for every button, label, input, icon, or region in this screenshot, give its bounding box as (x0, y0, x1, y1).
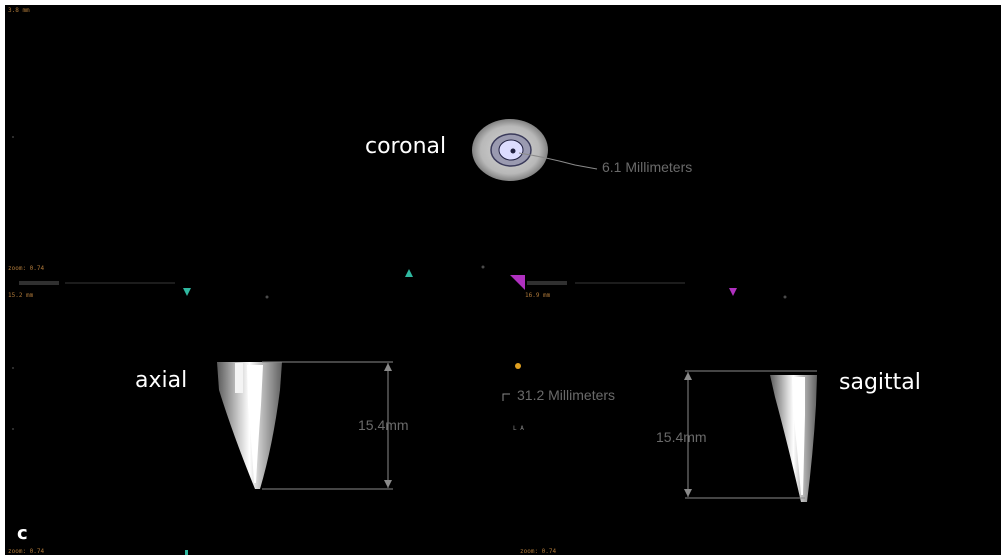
cbct-scan-graphics (12, 119, 817, 555)
sagittal-length-measurement: 15.4mm (656, 429, 707, 445)
top-left-scale: 3.8 mm (8, 7, 30, 14)
axial-label: axial (135, 368, 188, 393)
axial-length-measurement: 15.4mm (358, 417, 409, 433)
slice-left: 15.2 mm (8, 292, 34, 299)
coronal-label: coronal (365, 134, 447, 159)
panel-letter: c (17, 523, 28, 544)
sagittal-label: sagittal (839, 370, 921, 395)
zoom-left: zoom: 0.74 (8, 265, 45, 272)
viewer-markers (12, 136, 787, 555)
bottom-left-zoom: zoom: 0.74 (8, 548, 45, 555)
coronal-cross-section (472, 119, 598, 181)
central-measurement: 31.2 Millimeters (517, 387, 616, 403)
coronal-width-measurement: 6.1 Millimeters (602, 159, 693, 175)
ruler-mark: L A (513, 425, 524, 432)
slice-right: 16.9 mm (525, 292, 551, 299)
cbct-image-panel: coronal axial sagittal 6.1 Millimeters 3… (5, 5, 1001, 555)
bottom-right-zoom: zoom: 0.74 (520, 548, 557, 555)
